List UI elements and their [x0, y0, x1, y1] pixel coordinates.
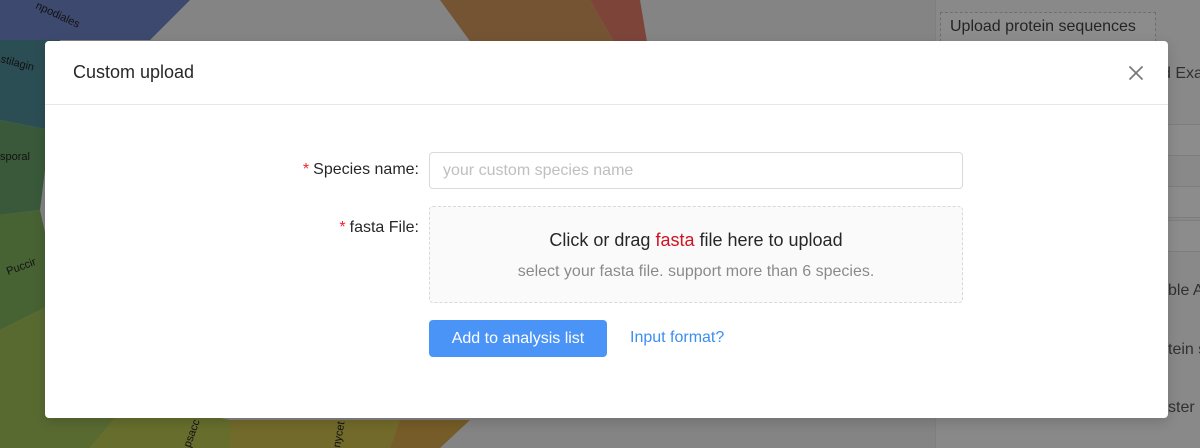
dropzone-text-highlight: fasta [655, 230, 695, 250]
add-to-analysis-button[interactable]: Add to analysis list [429, 320, 607, 357]
fasta-file-label-text: fasta File: [349, 219, 419, 236]
modal-header: Custom upload [45, 41, 1168, 105]
modal-title: Custom upload [73, 62, 195, 82]
dropzone-text-after: file here to upload [694, 230, 843, 250]
species-name-input[interactable] [429, 152, 963, 189]
close-icon[interactable] [1126, 63, 1146, 83]
fasta-file-label: * fasta File: [339, 219, 419, 237]
species-name-label: * Species name: [303, 161, 419, 179]
required-mark: * [339, 219, 346, 236]
custom-upload-modal: Custom upload *Species name: *fasta File… [45, 41, 1168, 418]
dropzone-text-before: Click or drag [549, 230, 656, 250]
species-name-label-text: Species name: [313, 161, 419, 178]
dropzone-hint: select your fasta file. support more tha… [517, 263, 875, 280]
input-format-link[interactable]: Input format? [630, 329, 724, 347]
required-mark: * [302, 161, 310, 178]
fasta-upload-dropzone[interactable]: Click or drag fasta file here to upload … [429, 206, 963, 303]
dropzone-text: Click or drag fasta file here to upload [430, 230, 962, 251]
